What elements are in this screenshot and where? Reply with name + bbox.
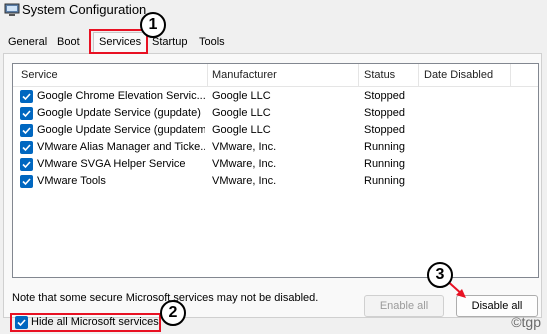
column-manufacturer[interactable]: Manufacturer (212, 69, 277, 81)
column-service[interactable]: Service (21, 69, 58, 81)
service-manufacturer: Google LLC (212, 107, 271, 119)
service-row[interactable]: VMware Alias Manager and Ticke... VMware… (13, 139, 538, 156)
tab-general[interactable]: General (6, 36, 49, 48)
service-checkbox[interactable] (20, 175, 33, 188)
step-badge-3: 3 (427, 262, 453, 288)
service-manufacturer: Google LLC (212, 124, 271, 136)
service-name: VMware SVGA Helper Service (37, 158, 186, 170)
service-name: VMware Alias Manager and Ticke... (37, 141, 205, 153)
service-checkbox[interactable] (20, 158, 33, 171)
column-divider[interactable] (418, 64, 419, 86)
title-bar: System Configuration (0, 0, 547, 22)
service-name: Google Update Service (gupdatem) (37, 124, 205, 136)
column-date-disabled[interactable]: Date Disabled (424, 69, 493, 81)
service-row[interactable]: Google Update Service (gupdate) Google L… (13, 105, 538, 122)
hide-ms-highlight (10, 313, 161, 332)
service-status: Running (364, 175, 405, 187)
tab-tools[interactable]: Tools (197, 36, 227, 48)
service-status: Stopped (364, 90, 405, 102)
service-checkbox[interactable] (20, 90, 33, 103)
service-name: Google Chrome Elevation Servic... (37, 90, 205, 102)
service-checkbox[interactable] (20, 107, 33, 120)
service-status: Running (364, 141, 405, 153)
enable-all-button[interactable]: Enable all (364, 295, 444, 317)
column-status[interactable]: Status (364, 69, 395, 81)
list-header: Service Manufacturer Status Date Disable… (13, 64, 538, 87)
service-status: Stopped (364, 107, 405, 119)
column-divider[interactable] (510, 64, 511, 86)
step-badge-2: 2 (160, 300, 186, 326)
service-row[interactable]: Google Update Service (gupdatem) Google … (13, 122, 538, 139)
service-manufacturer: VMware, Inc. (212, 175, 277, 187)
services-tab-highlight (89, 29, 148, 54)
service-manufacturer: Google LLC (212, 90, 271, 102)
service-name: VMware Tools (37, 175, 106, 187)
service-row[interactable]: VMware SVGA Helper Service VMware, Inc. … (13, 156, 538, 173)
service-status: Running (364, 158, 405, 170)
tab-boot[interactable]: Boot (55, 36, 82, 48)
tab-strip: General Boot Services Startup Tools (0, 32, 547, 54)
service-status: Stopped (364, 124, 405, 136)
step-badge-1: 1 (140, 12, 166, 38)
tab-startup[interactable]: Startup (150, 36, 189, 48)
column-divider[interactable] (358, 64, 359, 86)
service-manufacturer: VMware, Inc. (212, 141, 277, 153)
watermark: ©tgp (511, 314, 541, 330)
service-row[interactable]: Google Chrome Elevation Servic... Google… (13, 88, 538, 105)
service-name: Google Update Service (gupdate) (37, 107, 201, 119)
window-title: System Configuration (22, 2, 147, 17)
service-row[interactable]: VMware Tools VMware, Inc. Running (13, 173, 538, 190)
service-manufacturer: VMware, Inc. (212, 158, 277, 170)
services-list[interactable]: Service Manufacturer Status Date Disable… (12, 63, 539, 278)
service-checkbox[interactable] (20, 141, 33, 154)
column-divider[interactable] (207, 64, 208, 86)
service-checkbox[interactable] (20, 124, 33, 137)
system-configuration-icon (4, 3, 20, 17)
